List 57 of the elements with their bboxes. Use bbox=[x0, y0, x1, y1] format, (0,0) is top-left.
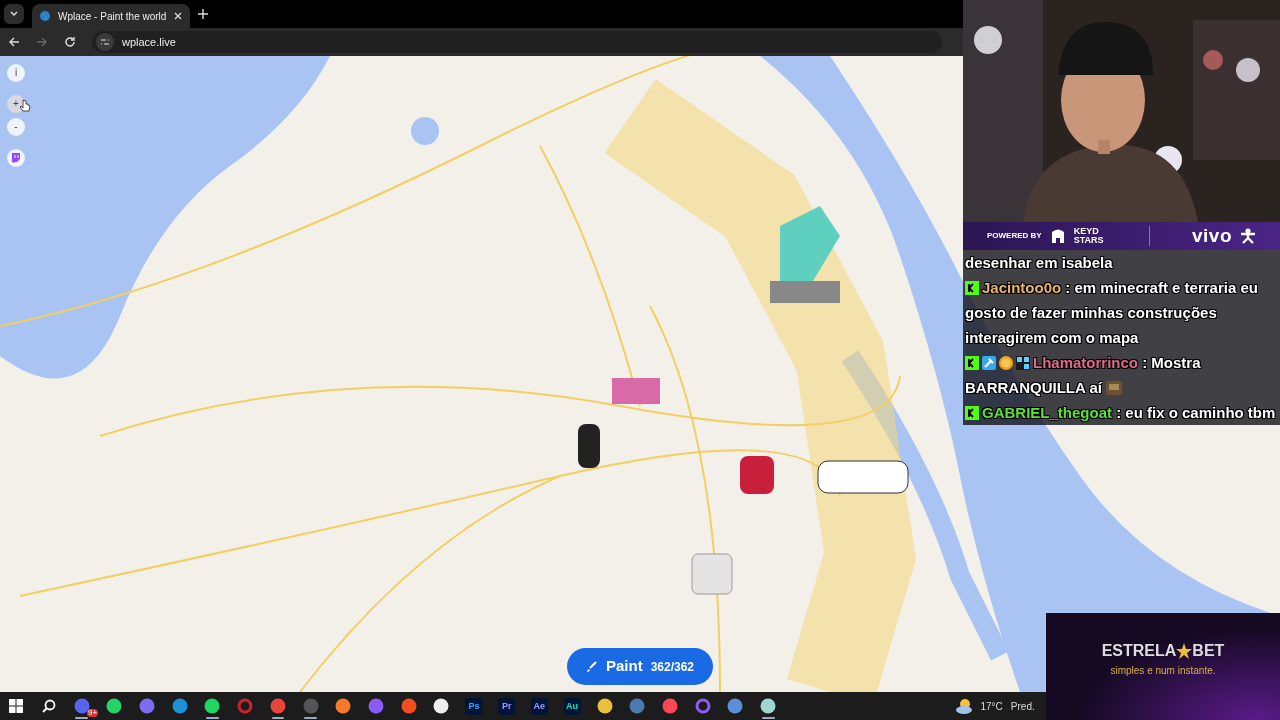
url-text: wplace.live bbox=[122, 34, 176, 50]
app-icon[interactable]: Ps bbox=[465, 697, 483, 715]
hammer-badge-icon bbox=[982, 356, 996, 370]
ad-banner[interactable]: ESTRELA BET simples e num instante. bbox=[1046, 613, 1280, 720]
chat-message: BARRANQUILLA aí bbox=[965, 378, 1102, 398]
notification-badge: 9+ bbox=[86, 709, 99, 717]
chat-message: : eu fix o caminho tbm bbox=[1116, 404, 1276, 421]
app-icon[interactable]: Ae bbox=[530, 697, 548, 715]
star-icon bbox=[1176, 643, 1193, 659]
chat-username[interactable]: Jacintoo0o bbox=[982, 279, 1062, 296]
chat-message: interagirem com o mapa bbox=[965, 328, 1140, 348]
tab-list-button[interactable] bbox=[4, 4, 24, 24]
kick-badge-icon bbox=[965, 406, 979, 420]
chat-message: gosto de fazer minhas construções bbox=[965, 303, 1218, 323]
app-icon[interactable] bbox=[106, 698, 123, 714]
coin-badge-icon bbox=[999, 356, 1013, 370]
app-icon[interactable] bbox=[204, 698, 221, 714]
app-icon[interactable] bbox=[760, 698, 777, 714]
chevron-icon bbox=[9, 9, 19, 19]
brush-icon bbox=[585, 660, 598, 673]
grid-badge-icon bbox=[1016, 356, 1030, 370]
chat-message: : Mostra bbox=[1142, 354, 1201, 371]
temperature-text: 17°C bbox=[980, 699, 1003, 714]
chat-message: desenhar em isabela bbox=[965, 254, 1113, 271]
app-icon[interactable]: Pr bbox=[498, 697, 516, 715]
sponsor-name: KEYD STARS bbox=[1073, 227, 1105, 245]
site-info-icon[interactable] bbox=[96, 33, 114, 51]
brand-logo: ESTRELA bbox=[1101, 641, 1177, 661]
app-icon[interactable] bbox=[433, 698, 450, 714]
chat-username[interactable]: GABRIEL_thegoat bbox=[982, 404, 1112, 421]
app-icon[interactable]: Au bbox=[563, 697, 581, 715]
app-icon[interactable] bbox=[596, 698, 613, 714]
twitch-icon bbox=[11, 153, 21, 163]
kick-badge-icon bbox=[965, 281, 979, 295]
back-icon[interactable] bbox=[8, 36, 20, 48]
globe-icon bbox=[40, 11, 50, 21]
helmet-icon bbox=[1049, 228, 1066, 244]
app-icon[interactable] bbox=[335, 698, 352, 714]
tab-title: Wplace - Paint the world bbox=[58, 9, 167, 24]
weather-text: Pred. bbox=[1010, 699, 1035, 714]
partner-logo: vivo bbox=[1191, 223, 1232, 248]
address-bar[interactable]: wplace.live bbox=[92, 31, 942, 53]
new-tab-icon[interactable] bbox=[198, 9, 208, 19]
paint-button[interactable]: Paint 362/362 bbox=[567, 648, 713, 685]
close-icon[interactable] bbox=[174, 12, 183, 20]
person-icon bbox=[1240, 228, 1256, 244]
search-icon[interactable] bbox=[42, 699, 57, 713]
cursor-icon bbox=[20, 99, 31, 112]
start-icon[interactable] bbox=[9, 699, 24, 713]
kick-badge-icon bbox=[965, 356, 979, 370]
chat-message: : em minecraft e terraria eu bbox=[1065, 279, 1258, 296]
brand-logo: BET bbox=[1192, 641, 1225, 661]
browser-tab[interactable]: Wplace - Paint the world bbox=[32, 4, 190, 28]
reload-icon[interactable] bbox=[64, 36, 76, 48]
weather-icon[interactable] bbox=[954, 698, 973, 714]
powered-by-label: POWERED BY bbox=[987, 230, 1042, 242]
ad-tagline: simples e num instante. bbox=[1110, 664, 1216, 678]
